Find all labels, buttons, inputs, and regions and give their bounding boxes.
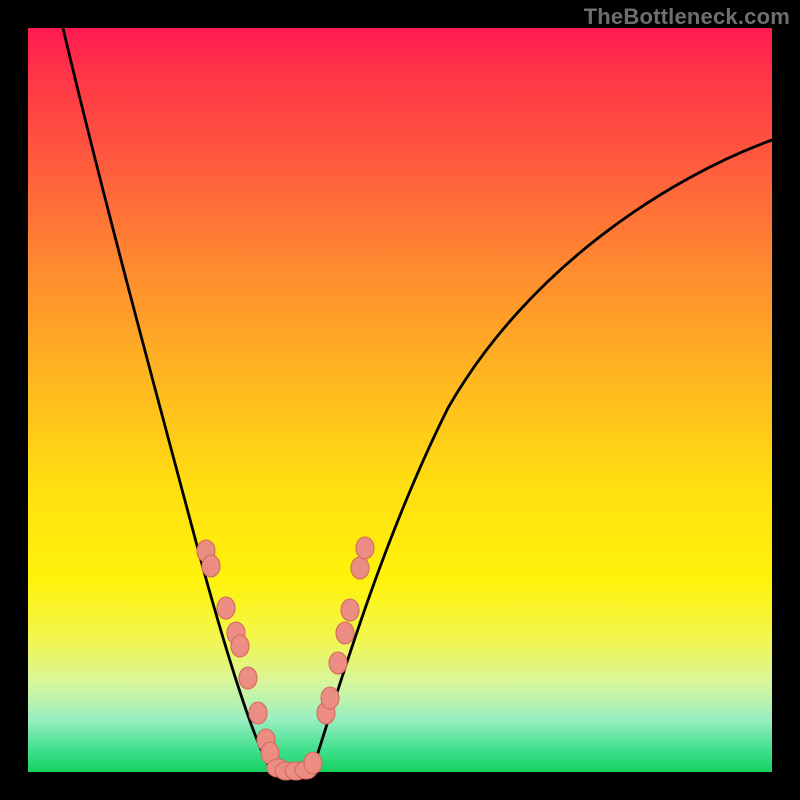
chart-frame: TheBottleneck.com — [0, 0, 800, 800]
markers-left — [197, 540, 279, 764]
curve-right — [313, 140, 772, 768]
plot-area — [28, 28, 772, 772]
bottleneck-curve — [28, 28, 772, 772]
watermark-text: TheBottleneck.com — [584, 4, 790, 30]
markers-right — [304, 537, 374, 774]
